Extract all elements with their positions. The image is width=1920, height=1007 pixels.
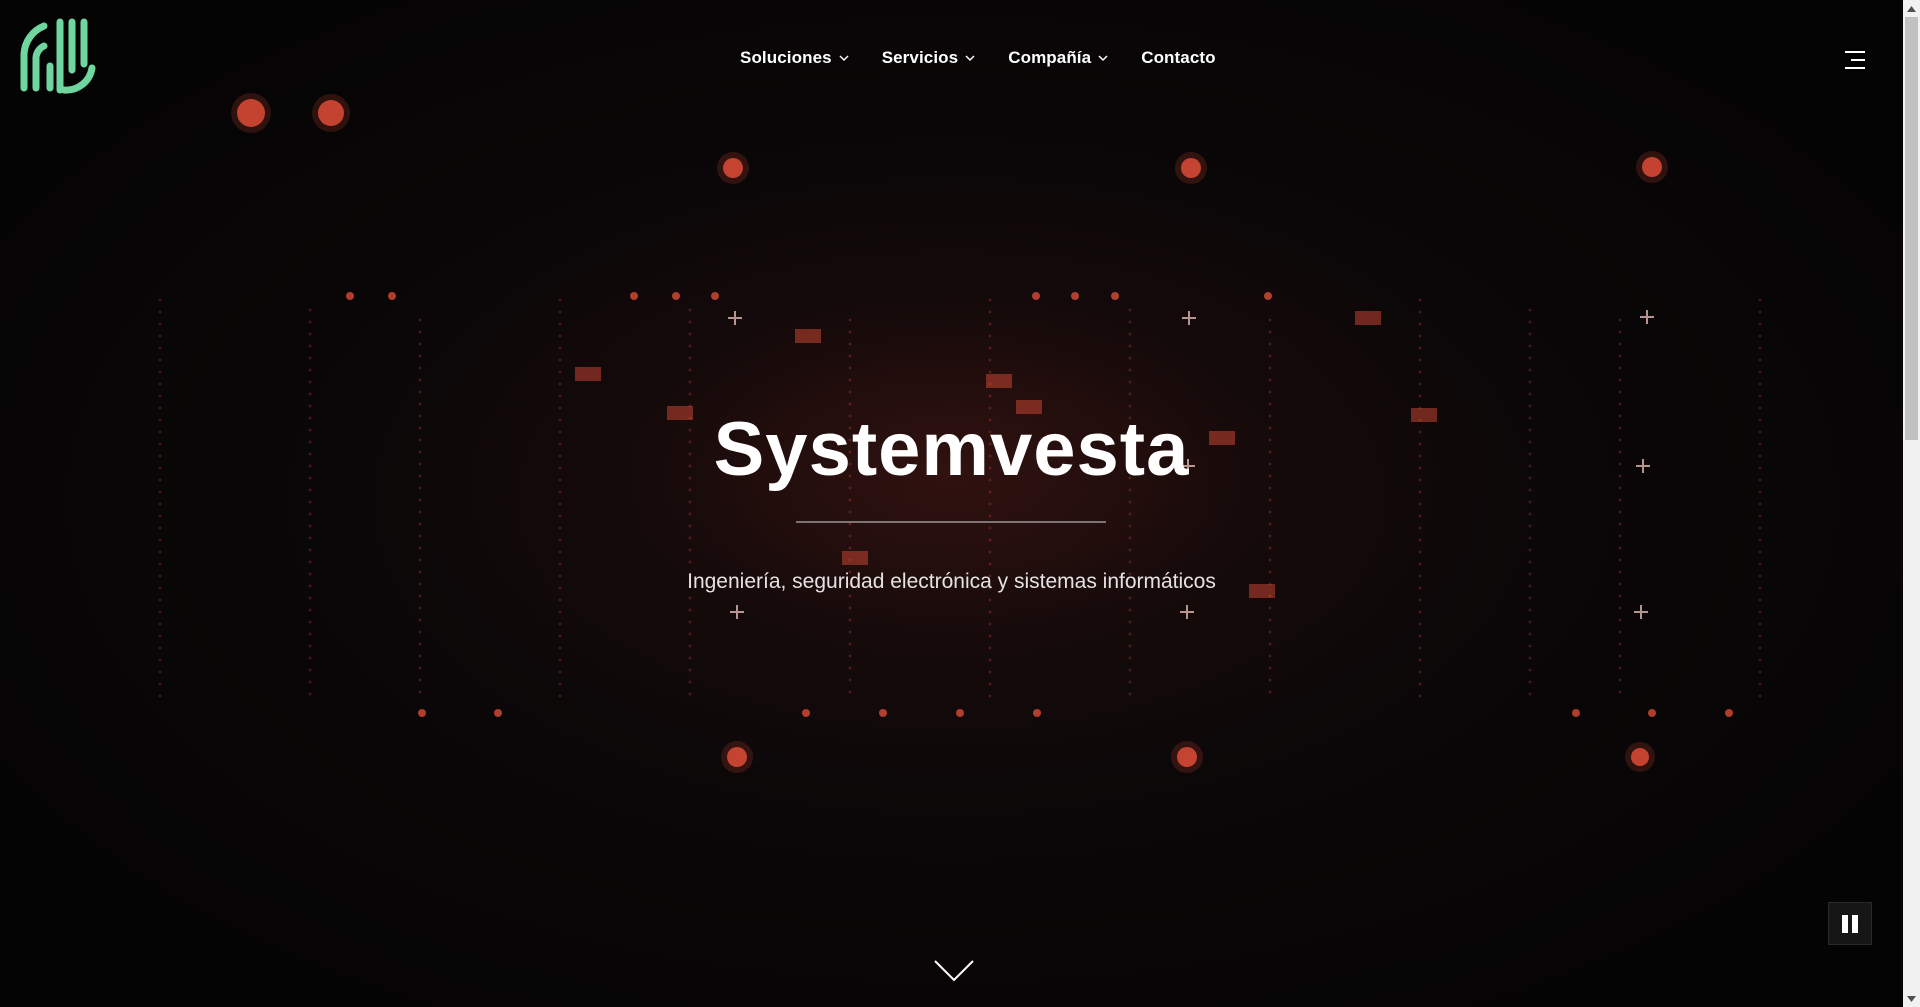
scroll-up-arrow-icon[interactable]	[1903, 0, 1920, 17]
chevron-down-icon[interactable]	[933, 958, 975, 984]
chevron-down-icon	[1098, 55, 1108, 62]
pause-icon-bar	[1852, 914, 1858, 933]
site-header: Soluciones Servicios Compañía Contacto	[0, 0, 1903, 120]
hero-subtitle: Ingeniería, seguridad electrónica y sist…	[687, 570, 1216, 593]
nav-item-compania[interactable]: Compañía	[1008, 48, 1108, 68]
hero-title: Systemvesta	[713, 407, 1190, 492]
page: Soluciones Servicios Compañía Contacto S…	[0, 0, 1920, 1007]
nav-item-soluciones[interactable]: Soluciones	[740, 48, 849, 68]
pause-icon	[1842, 914, 1848, 933]
nav-item-label: Compañía	[1008, 48, 1092, 67]
nav-item-label: Contacto	[1141, 48, 1216, 67]
hamburger-icon[interactable]	[1843, 50, 1867, 70]
page-scrollbar[interactable]	[1903, 0, 1920, 1007]
nav-item-label: Soluciones	[740, 48, 832, 67]
hero-particles-decoration	[158, 93, 1762, 773]
nav-item-contacto[interactable]: Contacto	[1141, 48, 1215, 68]
main-nav: Soluciones Servicios Compañía Contacto	[740, 48, 1249, 68]
chevron-down-icon	[839, 55, 849, 62]
logo-icon[interactable]	[20, 18, 96, 94]
scrollbar-thumb[interactable]	[1905, 17, 1918, 440]
video-pause-button[interactable]	[1828, 902, 1872, 945]
hero-divider	[796, 521, 1106, 523]
nav-item-label: Servicios	[881, 48, 959, 67]
nav-item-servicios[interactable]: Servicios	[882, 48, 976, 68]
scroll-down-arrow-icon[interactable]	[1903, 990, 1920, 1007]
chevron-down-icon	[965, 55, 975, 62]
